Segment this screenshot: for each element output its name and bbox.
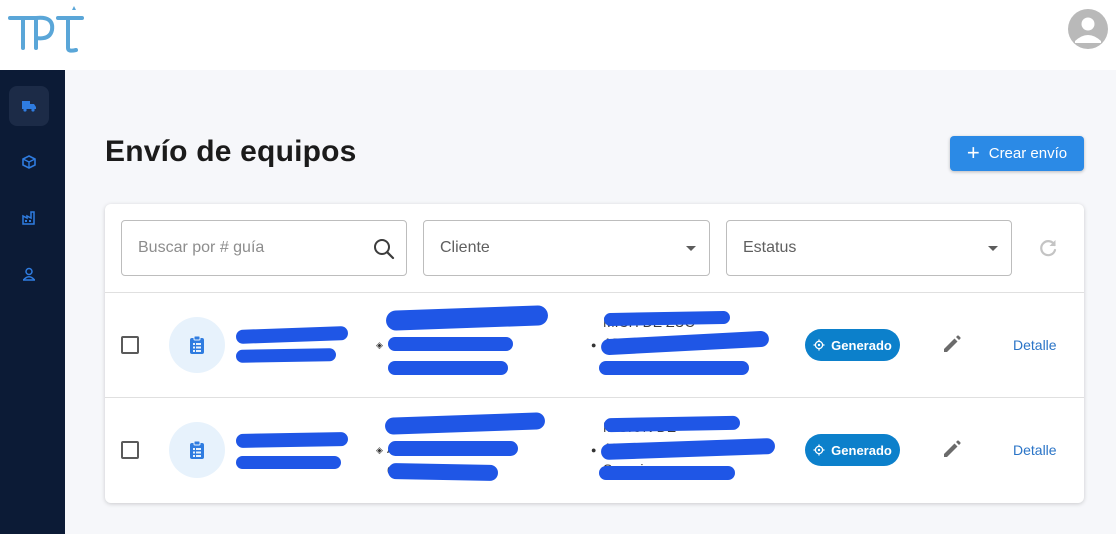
refresh-icon[interactable] [1037,237,1059,259]
truck-icon [22,101,36,112]
sidebar-item-users[interactable] [9,254,49,294]
detail-link[interactable]: Detalle [1013,337,1057,353]
status-select[interactable]: Estatus [726,220,1012,276]
status-badge-label: Generado [831,442,892,458]
location-pin-icon: ● [591,340,597,350]
client-select[interactable]: Cliente [423,220,710,276]
document-avatar [169,317,225,373]
search-icon [374,239,395,260]
user-avatar-icon[interactable] [1068,9,1108,49]
create-shipment-label: Crear envío [988,145,1068,162]
redaction-mark [385,305,549,331]
edit-pencil-icon[interactable] [941,333,963,355]
search-input[interactable]: Buscar por # guía [121,220,407,276]
location-pin-icon: ◈ [376,445,383,455]
page-title: Envío de equipos [105,135,357,168]
table-row: ◈ ● MICH DE ZUC ARCO 105 CP 472 Generado… [105,292,1084,397]
target-icon [813,339,825,351]
create-shipment-button[interactable]: + Crear envío [950,136,1084,171]
edit-pencil-icon[interactable] [941,438,963,460]
sidebar-item-equipment[interactable] [9,142,49,182]
redaction-mark [388,337,513,351]
row-checkbox[interactable] [121,336,139,354]
chevron-down-icon [988,246,998,251]
status-badge: Generado [805,434,900,466]
sidebar-item-warehouses[interactable] [9,198,49,238]
shipments-card: Buscar por # guía Cliente Estatus ◈ ● Ge… [105,204,1084,503]
redaction-mark [388,361,508,375]
location-pin-icon: ● [591,445,597,455]
plus-icon: + [966,139,980,165]
target-icon [813,444,825,456]
redaction-mark [603,415,741,433]
document-avatar [169,422,225,478]
redaction-mark [235,432,349,448]
box-icon [22,155,36,169]
clipboard-icon [190,440,204,459]
sidebar [0,70,65,534]
redaction-mark [235,348,337,363]
table-row: ◈ Santa Aforme de de Moda ● MISIÓN DE AR… [105,397,1084,502]
redaction-mark [599,466,735,480]
redaction-mark [235,326,349,344]
factory-icon [22,211,35,225]
top-bar [0,0,1116,70]
row-checkbox[interactable] [121,441,139,459]
client-select-label: Cliente [440,239,490,256]
users-icon [22,267,36,281]
status-badge: Generado [805,329,900,361]
detail-link[interactable]: Detalle [1013,442,1057,458]
status-select-label: Estatus [743,239,797,256]
clipboard-icon [190,335,204,354]
chevron-down-icon [686,246,696,251]
redaction-mark [603,310,731,327]
redaction-mark [388,441,518,456]
sidebar-item-shipments[interactable] [9,86,49,126]
redaction-mark [599,361,749,375]
app-logo[interactable] [6,4,84,54]
search-placeholder: Buscar por # guía [138,239,265,256]
status-badge-label: Generado [831,337,892,353]
redaction-mark [387,463,499,481]
location-pin-icon: ◈ [376,340,383,350]
redaction-mark [236,456,341,469]
